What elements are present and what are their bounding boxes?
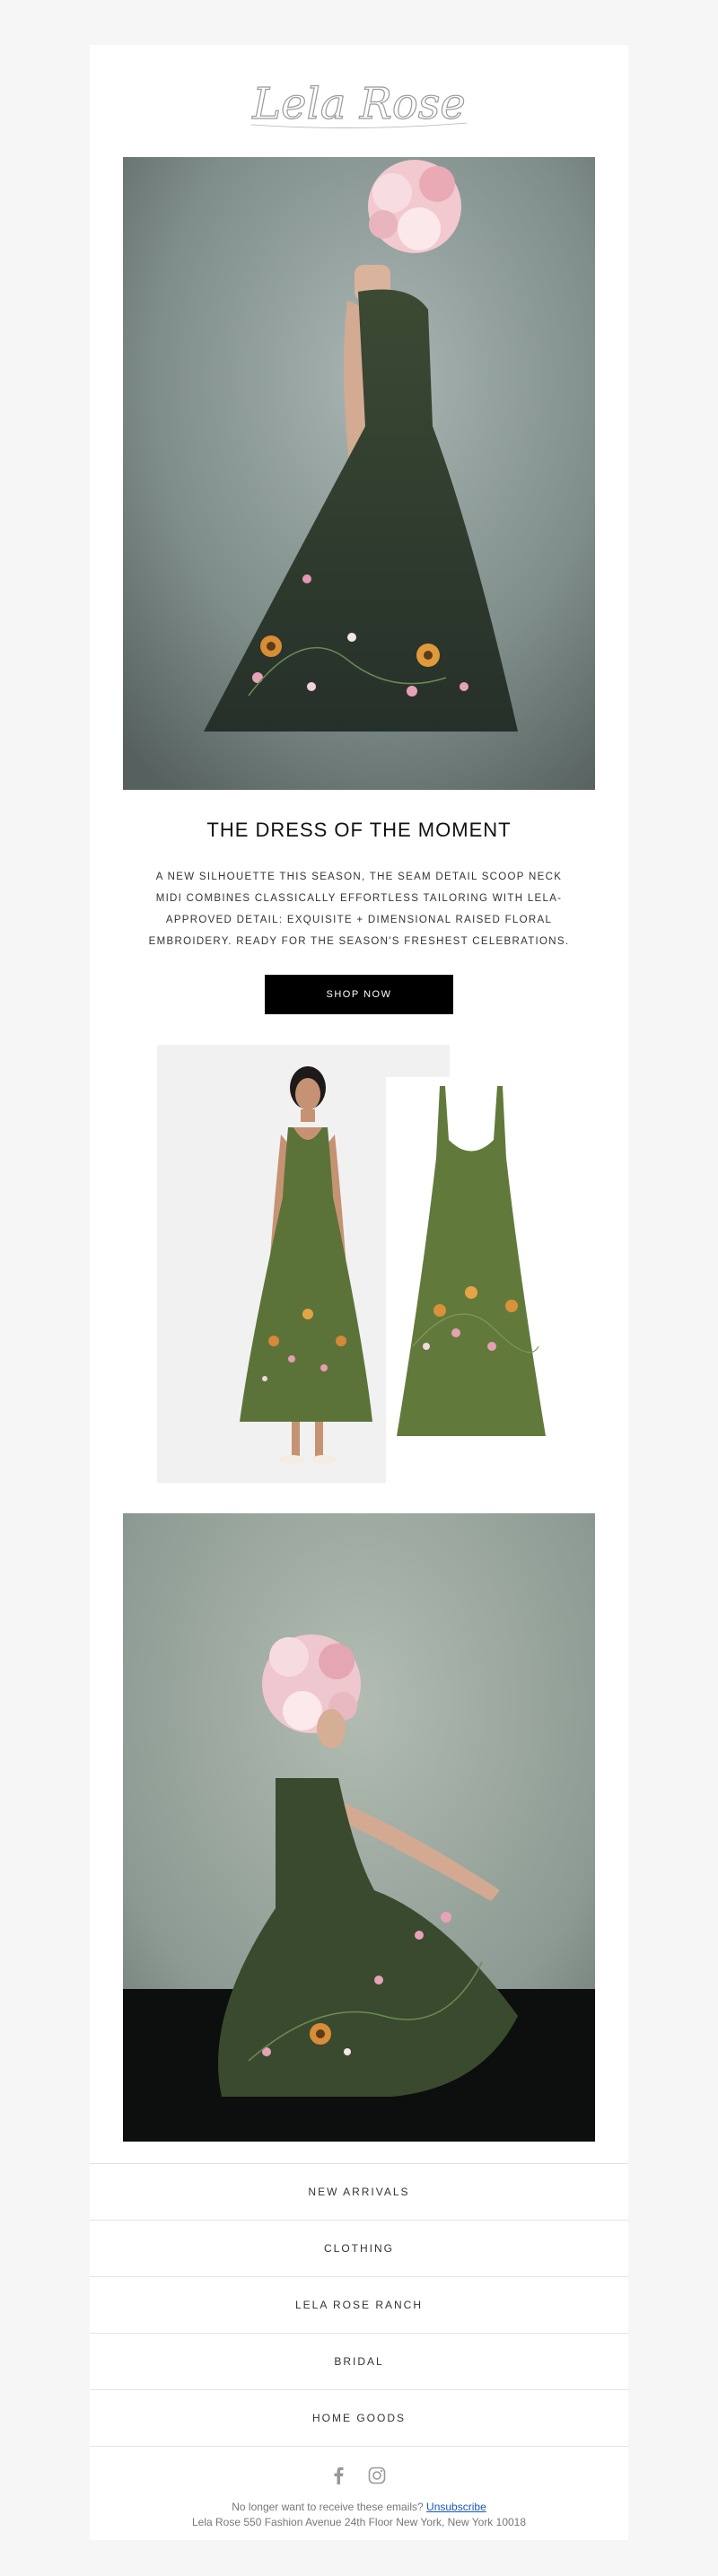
facebook-icon[interactable] <box>332 2466 345 2484</box>
nav-item-lela-rose-ranch[interactable]: LELA ROSE RANCH <box>90 2276 628 2333</box>
hero-image[interactable] <box>123 157 595 790</box>
social-links <box>90 2462 628 2489</box>
email-card: Lela Rose THE DRESS OF THE MOMENT A NEW … <box>90 45 628 2540</box>
footer-address: Lela Rose 550 Fashion Avenue 24th Floor … <box>191 2516 527 2528</box>
nav-item-clothing[interactable]: CLOTHING <box>90 2220 628 2276</box>
nav-item-bridal[interactable]: BRIDAL <box>90 2333 628 2389</box>
product-flat-image[interactable] <box>386 1077 556 1499</box>
svg-text:Lela Rose: Lela Rose <box>251 79 466 129</box>
shop-now-button[interactable]: SHOP NOW <box>265 975 453 1014</box>
seated-model-image[interactable] <box>123 1513 595 2142</box>
body-copy: A NEW SILHOUETTE THIS SEASON, THE SEAM D… <box>148 872 570 947</box>
brand-logo[interactable]: Lela Rose <box>224 56 494 154</box>
unsubscribe-prompt: No longer want to receive these emails? <box>232 2501 424 2513</box>
footer: No longer want to receive these emails? … <box>90 2500 628 2530</box>
nav-item-home-goods[interactable]: HOME GOODS <box>90 2389 628 2447</box>
unsubscribe-line: No longer want to receive these emails? … <box>90 2500 628 2515</box>
footer-navigation: NEW ARRIVALS CLOTHING LELA ROSE RANCH BR… <box>90 2163 628 2447</box>
nav-item-new-arrivals[interactable]: NEW ARRIVALS <box>90 2163 628 2220</box>
headline: THE DRESS OF THE MOMENT <box>206 819 512 841</box>
instagram-icon[interactable] <box>368 2466 386 2484</box>
unsubscribe-link[interactable]: Unsubscribe <box>426 2501 486 2513</box>
